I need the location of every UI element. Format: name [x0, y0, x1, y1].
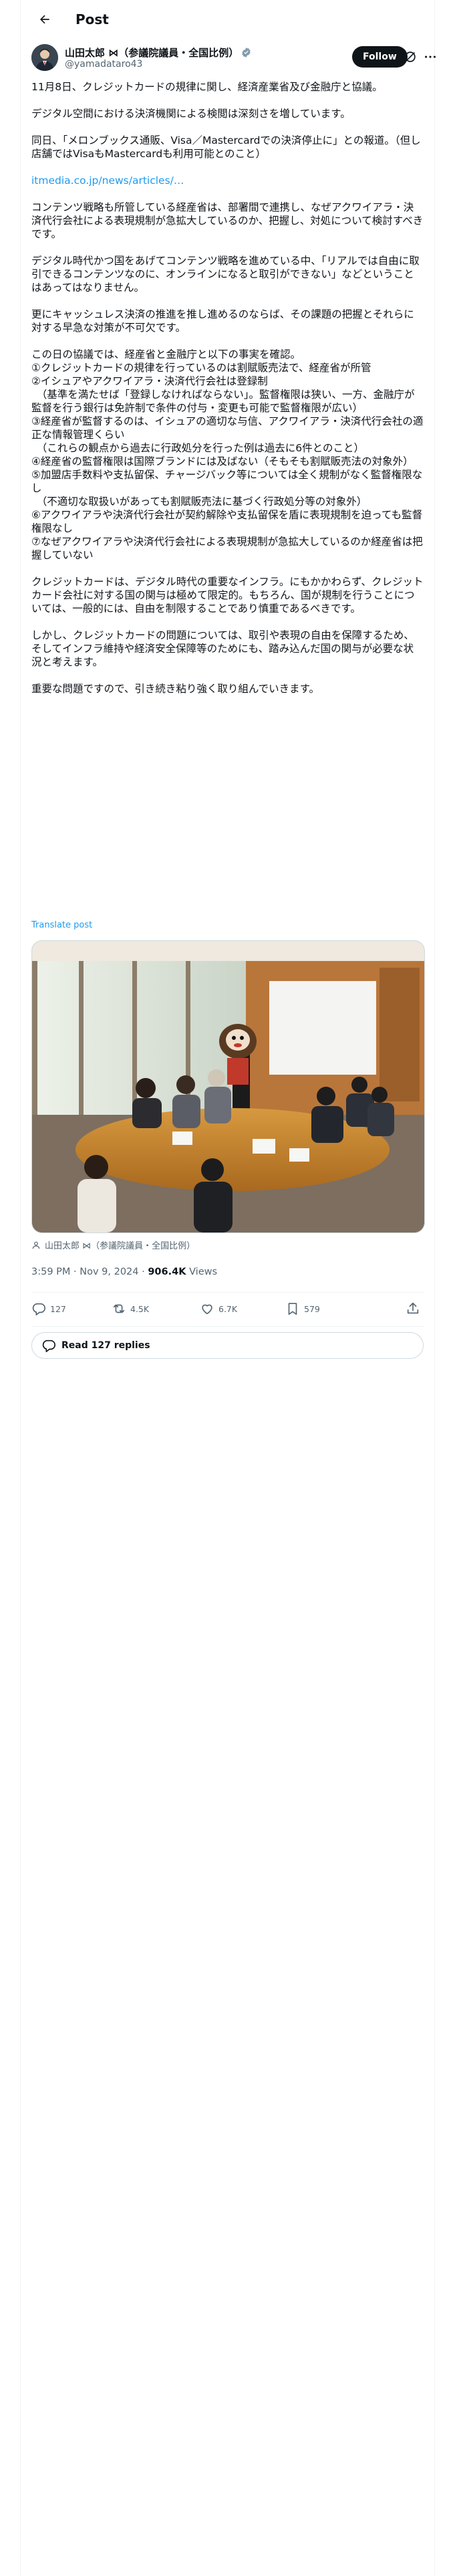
bookmark-icon	[288, 1303, 297, 1315]
photo-tag[interactable]: 山田太郎 ⋈（参議院議員・全国比例）	[31, 1239, 195, 1251]
like-count: 6.7K	[218, 1303, 238, 1314]
repost-icon	[113, 1304, 125, 1313]
top-bar: Post	[21, 0, 434, 39]
like-button[interactable]: 6.7K	[200, 1301, 237, 1316]
verified-badge-icon	[242, 47, 251, 58]
reply-count: 127	[50, 1303, 66, 1314]
author-handle[interactable]: @yamadataro43	[65, 59, 142, 70]
heart-icon	[202, 1304, 212, 1315]
divider	[31, 1326, 424, 1327]
post-column: Post 山田太郎 ⋈（参議院議員・全国比例） @yamadataro43 Fo…	[20, 0, 436, 2576]
post-photo[interactable]	[31, 940, 425, 1233]
repost-button[interactable]: 4.5K	[112, 1301, 149, 1316]
person-tag-icon	[32, 1241, 40, 1249]
article-link[interactable]: itmedia.co.jp/news/articles/…	[31, 175, 184, 187]
read-replies-button[interactable]: Read 127 replies	[31, 1332, 424, 1359]
post-text-part-1: 11月8日、クレジットカードの規律に関し、経済産業省及び金融庁と協議。 デジタル…	[31, 81, 421, 160]
share-button[interactable]	[406, 1301, 424, 1316]
action-bar: 127 4.5K 6.7K 579	[31, 1298, 424, 1321]
view-count: 906.4K	[148, 1267, 186, 1277]
read-replies-label: Read 127 replies	[61, 1340, 150, 1351]
avatar[interactable]	[31, 44, 58, 71]
post-meta: 3:59 PM · Nov 9, 2024 · 906.4K Views	[31, 1267, 218, 1277]
page: Post 山田太郎 ⋈（参議院議員・全国比例） @yamadataro43 Fo…	[0, 0, 451, 2576]
post-time[interactable]: 3:59 PM · Nov 9, 2024	[31, 1267, 139, 1277]
bookmark-button[interactable]: 579	[285, 1301, 320, 1316]
views-label: Views	[189, 1267, 218, 1277]
grok-icon[interactable]	[403, 49, 418, 64]
repost-count: 4.5K	[130, 1303, 150, 1314]
translate-post-link[interactable]: Translate post	[31, 920, 92, 930]
reply-bubble-icon	[42, 1339, 55, 1352]
bookmark-count: 579	[304, 1303, 320, 1314]
reply-icon	[32, 1303, 45, 1315]
photo-tag-name: 山田太郎 ⋈（参議院議員・全国比例）	[45, 1241, 196, 1251]
divider	[31, 1292, 424, 1293]
share-icon	[407, 1302, 419, 1314]
post-text-part-2: コンテンツ戦略も所管している経産省は、部署間で連携し、なぜアクワイアラ・決済代行…	[31, 201, 424, 695]
author-name[interactable]: 山田太郎 ⋈（参議院議員・全国比例）	[65, 45, 239, 60]
author-name-row: 山田太郎 ⋈（参議院議員・全国比例）	[65, 45, 252, 60]
post-text: 11月8日、クレジットカードの規律に関し、経済産業省及び金融庁と協議。 デジタル…	[31, 80, 424, 695]
author-row: 山田太郎 ⋈（参議院議員・全国比例） @yamadataro43 Follow	[31, 44, 436, 74]
page-title: Post	[76, 11, 109, 27]
back-arrow-icon[interactable]	[31, 6, 58, 33]
follow-button[interactable]: Follow	[352, 46, 408, 68]
reply-button[interactable]: 127	[31, 1301, 66, 1316]
more-options-icon[interactable]	[423, 49, 438, 64]
